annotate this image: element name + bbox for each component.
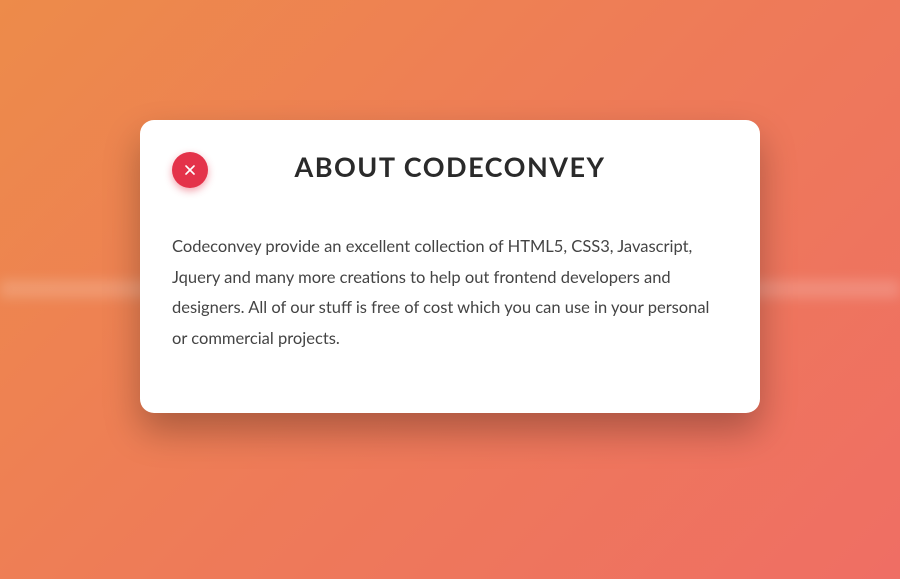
modal-body: Codeconvey provide an excellent collecti… — [172, 231, 728, 353]
close-icon — [185, 165, 195, 175]
modal-title: ABOUT CODECONVEY — [172, 150, 728, 183]
close-button[interactable] — [172, 152, 208, 188]
modal-header: ABOUT CODECONVEY — [172, 150, 728, 183]
about-modal: ABOUT CODECONVEY Codeconvey provide an e… — [140, 120, 760, 413]
